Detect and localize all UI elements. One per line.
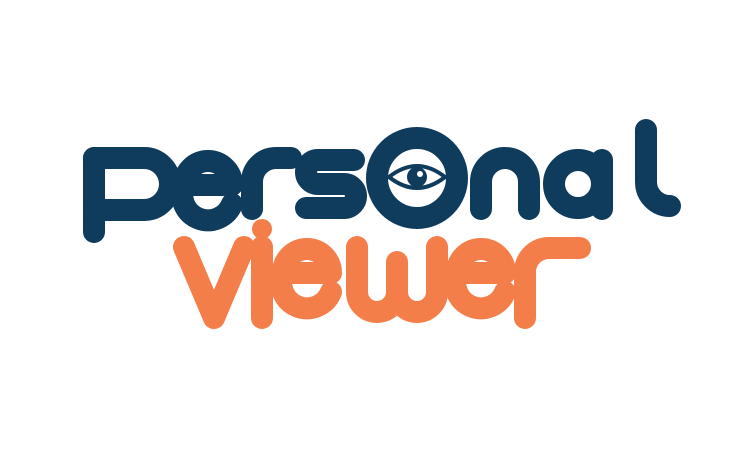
letter-l — [635, 119, 681, 217]
eye-highlight — [417, 171, 423, 177]
letter-e — [171, 150, 243, 232]
logo-wordmark-graphic — [83, 119, 681, 329]
eye-iris — [407, 167, 427, 187]
letter-e2 — [270, 238, 342, 320]
letter-e3 — [444, 238, 516, 320]
letter-i — [251, 219, 273, 329]
letter-r2 — [514, 237, 591, 329]
eye-icon — [366, 127, 468, 229]
wordmark-viewer — [173, 219, 591, 329]
letter-n — [470, 147, 540, 220]
letter-v — [173, 236, 255, 329]
letter-a — [543, 149, 613, 220]
letter-w — [346, 236, 448, 323]
letter-r — [241, 147, 302, 220]
letter-s — [295, 149, 367, 219]
letter-p — [83, 147, 181, 243]
logo: personal viewer — [0, 0, 750, 450]
